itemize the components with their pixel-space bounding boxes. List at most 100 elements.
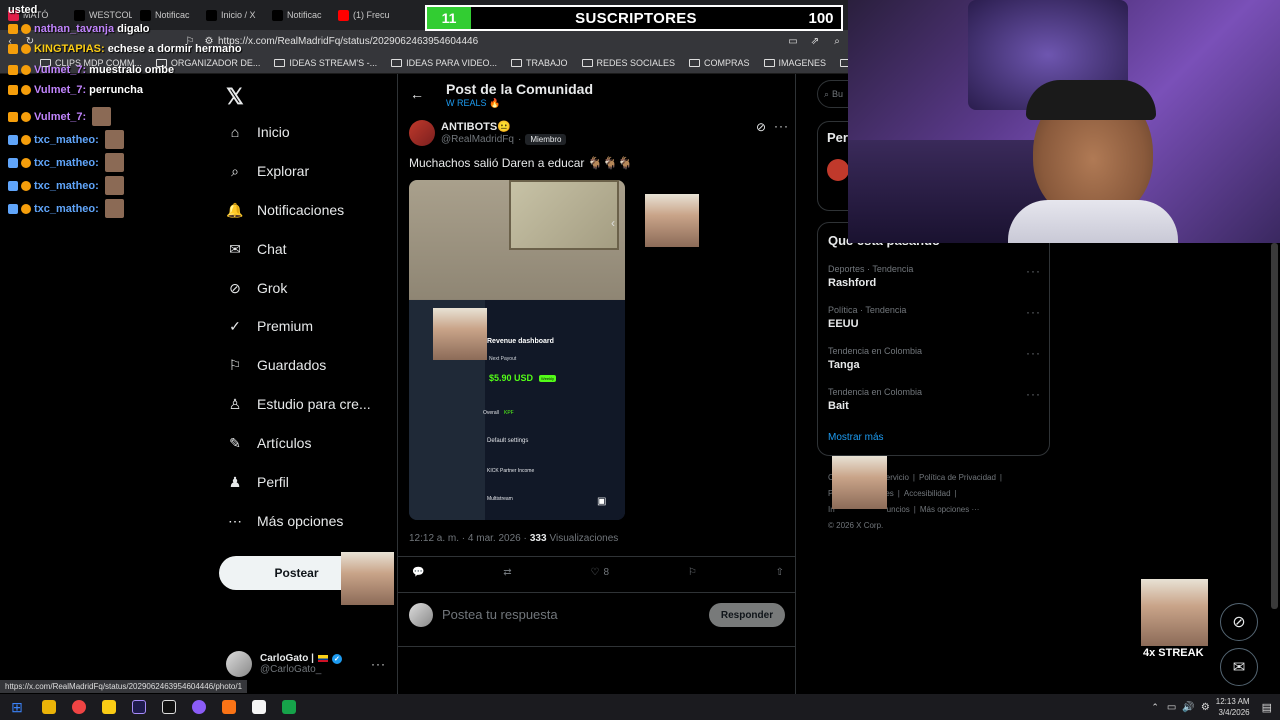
grok-fab[interactable]: ⊘ — [1220, 603, 1258, 641]
subs-label: SUSCRIPTORES — [575, 9, 697, 27]
footer-link[interactable]: Más opciones ··· — [920, 502, 980, 518]
chat-text: digalo — [117, 23, 150, 35]
account-switcher[interactable]: CarloGato | ✓ @CarloGato_ ··· — [226, 648, 386, 680]
search-icon: ⌕ — [231, 162, 239, 179]
install-icon[interactable]: ▭ — [782, 36, 804, 47]
trend-item[interactable]: Política · Tendencia EEUU ··· — [828, 305, 1041, 330]
grok-icon: ⊘ — [229, 279, 241, 296]
volume-icon[interactable]: 🔊 — [1182, 702, 1194, 713]
nav-item-guardados[interactable]: ⚐ Guardados — [227, 357, 327, 374]
share-icon[interactable]: ⇗ — [804, 36, 826, 47]
repost-icon[interactable]: ⇄ — [503, 567, 511, 578]
nav-item-grok[interactable]: ⊘ Grok — [227, 279, 287, 297]
author-avatar[interactable] — [409, 120, 435, 146]
nav-item-estudio-para-cre[interactable]: ♙ Estudio para cre... — [227, 396, 371, 413]
show-more-link[interactable]: Mostrar más — [828, 432, 884, 443]
reply-button[interactable]: Responder — [709, 603, 785, 627]
brave-icon[interactable] — [222, 700, 236, 714]
bookmark-label: IDEAS PARA VIDEO... — [406, 57, 497, 68]
nav-label: Premium — [257, 318, 314, 334]
chrome-icon[interactable] — [72, 700, 86, 714]
post-timestamp[interactable]: 12:12 a. m. · 4 mar. 2026 · — [409, 533, 527, 544]
tab-label: Notificac — [287, 10, 322, 20]
browser-tab[interactable]: Inicio / X — [198, 4, 264, 26]
trend-more-icon[interactable]: ··· — [1026, 305, 1041, 319]
link-status-bar: https://x.com/RealMadridFq/status/202906… — [0, 680, 248, 693]
footer-link[interactable]: uncios — [887, 502, 910, 518]
notes-icon[interactable] — [102, 700, 116, 714]
premium-avatar — [827, 159, 849, 181]
nav-item-perfil[interactable]: ♟ Perfil — [227, 474, 289, 491]
trend-item[interactable]: Tendencia en Colombia Tanga ··· — [828, 346, 1041, 371]
tab-favicon-icon — [74, 9, 85, 21]
trend-more-icon[interactable]: ··· — [1026, 387, 1041, 401]
nav-item-más-opciones[interactable]: ⋯ Más opciones — [227, 513, 343, 530]
x-logo-icon[interactable]: 𝕏 — [226, 84, 244, 110]
subs-count: 11 — [427, 7, 471, 29]
trend-item[interactable]: Deportes · Tendencia Rashford ··· — [828, 264, 1041, 289]
chat-emote — [104, 130, 124, 149]
community-name[interactable]: W REALS 🔥 — [446, 98, 500, 109]
clock[interactable]: 12:13 AM 3/4/2026 — [1216, 696, 1250, 718]
file-explorer-icon[interactable] — [42, 700, 56, 714]
windows-start-icon[interactable]: ⊞ — [0, 699, 34, 716]
account-handle: @CarloGato_ — [260, 664, 322, 675]
verified-icon: ✓ — [229, 317, 241, 334]
capcut-icon[interactable] — [162, 700, 176, 714]
settings-tray-icon[interactable]: ⚙ — [1201, 702, 1210, 713]
bookmark-item[interactable]: CUENTAS — [840, 58, 848, 68]
author-handle[interactable]: @RealMadridFq — [441, 134, 514, 145]
nav-item-chat[interactable]: ✉ Chat — [227, 241, 286, 258]
trend-more-icon[interactable]: ··· — [1026, 264, 1041, 278]
post-column: ← Post de la Comunidad W REALS 🔥 ANTIBOT… — [397, 74, 796, 694]
bookmark-item[interactable]: TRABAJO — [510, 58, 568, 68]
bookmark-item[interactable]: COMPRAS — [689, 58, 750, 68]
reply-input[interactable]: Postea tu respuesta — [442, 607, 558, 622]
scrollbar[interactable] — [1271, 243, 1278, 609]
post-media[interactable]: Revenue dashboard Next Payout $5.90 USD … — [409, 180, 625, 520]
document-icon[interactable] — [252, 700, 266, 714]
premiere-icon[interactable] — [132, 700, 146, 714]
tab-favicon-icon — [206, 9, 217, 21]
dashboard-title: Revenue dashboard — [487, 338, 554, 345]
post-more-icon[interactable]: ··· — [774, 119, 789, 133]
trend-name: Bait — [828, 400, 849, 412]
like-button[interactable]: ♡ 8 — [590, 567, 609, 578]
more-icon[interactable]: ··· — [371, 657, 386, 671]
sheets-icon[interactable] — [282, 700, 296, 714]
post-text: Muchachos salió Daren a educar 🐐🐐🐐 — [409, 156, 633, 170]
grok-analyze-icon[interactable]: ⊘ — [756, 120, 766, 134]
share-icon[interactable]: ⇧ — [776, 567, 784, 578]
bookmark-item[interactable]: IDEAS STREAM'S -... — [274, 58, 377, 68]
browser-tab[interactable]: Notificac — [264, 4, 330, 26]
trend-item[interactable]: Tendencia en Colombia Bait ··· — [828, 387, 1041, 412]
browser-tab[interactable]: (1) Frecu — [330, 4, 396, 26]
footer-link[interactable]: Accesibilidad — [904, 486, 951, 502]
bookmark-item[interactable]: IDEAS PARA VIDEO... — [391, 58, 497, 68]
back-arrow-icon[interactable]: ← — [410, 86, 424, 102]
alt-text-icon[interactable]: ▣ — [597, 496, 606, 507]
chat-badge-icon — [8, 85, 18, 95]
author-name[interactable]: ANTIBOTS😐 — [441, 120, 511, 133]
messages-fab[interactable]: ✉ — [1220, 648, 1258, 686]
reply-icon[interactable]: 💬 — [412, 567, 424, 578]
notification-icon[interactable]: ▤ — [1262, 701, 1272, 714]
trend-more-icon[interactable]: ··· — [1026, 346, 1041, 360]
footer-link[interactable]: Política de Privacidad — [919, 470, 996, 486]
bookmark-icon[interactable]: ⚐ — [688, 567, 697, 578]
media-prev-icon[interactable]: ‹ — [611, 216, 615, 230]
browser-icon[interactable] — [192, 700, 206, 714]
network-icon[interactable]: ▭ — [1167, 702, 1176, 713]
nav-item-notificaciones[interactable]: 🔔 Notificaciones — [226, 202, 344, 219]
bookmark-item[interactable]: IMAGENES — [763, 58, 826, 68]
footer-link[interactable]: ervicio — [886, 470, 909, 486]
nav-item-inicio[interactable]: ⌂ Inicio — [227, 124, 290, 140]
nav-item-explorar[interactable]: ⌕ Explorar — [227, 162, 309, 180]
tab-search-icon[interactable]: ⌕ — [826, 36, 848, 47]
bookmark-item[interactable]: REDES SOCIALES — [581, 58, 675, 68]
nav-item-premium[interactable]: ✓ Premium — [227, 317, 314, 335]
url-field[interactable]: https://x.com/RealMadridFq/status/202906… — [218, 36, 782, 47]
tray-chevron-icon[interactable]: ⌃ — [1151, 702, 1159, 713]
nav-item-artículos[interactable]: ✎ Artículos — [227, 435, 311, 452]
chat-username: Vulmet_7: — [34, 84, 87, 96]
